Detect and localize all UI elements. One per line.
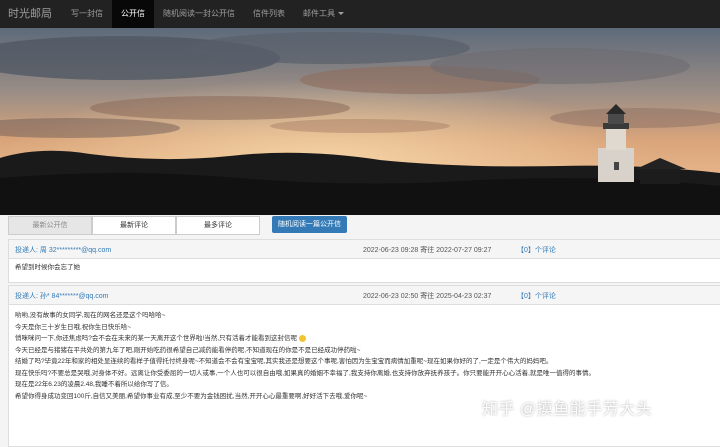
letter-dates: 2022-06-23 09:28 寄往 2022-07-27 09:27 [363, 247, 492, 254]
letter-recipient-link[interactable]: 投递人: 孙* 84*******@qq.com [15, 291, 108, 301]
letter-card: 投递人: 孙* 84*******@qq.com 2022-06-23 02:5… [8, 285, 720, 447]
top-navbar: 时光邮局 写一封信 公开信 随机阅读一封公开信 信件列表 邮件工具 [0, 0, 720, 28]
letter-header: 投递人: 孙* 84*******@qq.com 2022-06-23 02:5… [9, 286, 720, 305]
letter-comments-link[interactable]: 【0】个评论 [517, 291, 556, 301]
letter-line-text: 悄咪咪问一下,你还焦虑吗?会不会在未来的某一天离开这个世界啦!当然,只有活着才能… [15, 335, 298, 342]
letter-line: 哟哟,没有故事的女同学,现在的网名还是这个吗哈哈~ [15, 312, 166, 319]
tab-latest-comments[interactable]: 最新评论 [92, 216, 176, 235]
tab-most-comments[interactable]: 最多评论 [176, 216, 260, 235]
letter-line: 结婚了吗?毕竟22年和家的相处显连续的看样子值得托付终身呢~不知道会不会有宝宝呢… [15, 358, 553, 365]
nav-letter-list[interactable]: 信件列表 [244, 0, 294, 28]
brand-logo[interactable]: 时光邮局 [0, 0, 62, 28]
letter-dates: 2022-06-23 02:50 寄往 2025-04-23 02:37 [363, 293, 492, 300]
letter-line: 希望到时候你会忘了她 [15, 264, 80, 271]
letter-tabs: 最新公开信 最新评论 最多评论 [8, 216, 260, 235]
letter-comments-link[interactable]: 【0】个评论 [517, 245, 556, 255]
nav-public-letters[interactable]: 公开信 [112, 0, 154, 28]
zhihu-watermark: 知乎 @摸鱼能手芳大头 [482, 401, 653, 418]
letter-body: 哟哟,没有故事的女同学,现在的网名还是这个吗哈哈~ 今天是你三十岁生日哦,祝你生… [9, 305, 720, 405]
letter-body: 希望到时候你会忘了她 [9, 259, 720, 277]
nav-random-read[interactable]: 随机阅读一封公开信 [154, 0, 244, 28]
letter-recipient-link[interactable]: 投递人: 周 32*********@qq.com [15, 245, 111, 255]
smile-emoji-icon [298, 334, 306, 342]
letter-card: 投递人: 周 32*********@qq.com 2022-06-23 09:… [8, 239, 720, 283]
nav-mail-tools-label: 邮件工具 [303, 9, 335, 18]
letter-line: 今天已经是与猪猪在平共处的第九年了吧,刚开始吃药很希望自己减药能看停药呢,不知道… [15, 346, 361, 354]
nav-write-letter[interactable]: 写一封信 [62, 0, 112, 28]
letter-line: 悄咪咪问一下,你还焦虑吗?会不会在未来的某一天离开这个世界啦!当然,只有活着才能… [15, 333, 715, 345]
chevron-down-icon [338, 12, 344, 16]
letter-line: 今天是你三十岁生日哦,祝你生日快乐哈~ [15, 323, 132, 331]
letter-line: 现在是22年6.23的凌晨2.48,我睡不着所以给你写了信。 [15, 381, 173, 388]
letter-header: 投递人: 周 32*********@qq.com 2022-06-23 09:… [9, 240, 720, 259]
sunset-lighthouse-picture [0, 28, 720, 215]
tab-latest-letters[interactable]: 最新公开信 [8, 216, 92, 235]
nav-mail-tools[interactable]: 邮件工具 [294, 0, 353, 28]
letter-line: 现在快乐吗?不要总是哭哦,对身体不好。远离让你受委屈的一切人或事,一个人也可以很… [15, 369, 595, 377]
random-read-button[interactable]: 随机阅读一篇公开信 [272, 216, 347, 233]
banner-lighthouse-image [0, 28, 720, 215]
